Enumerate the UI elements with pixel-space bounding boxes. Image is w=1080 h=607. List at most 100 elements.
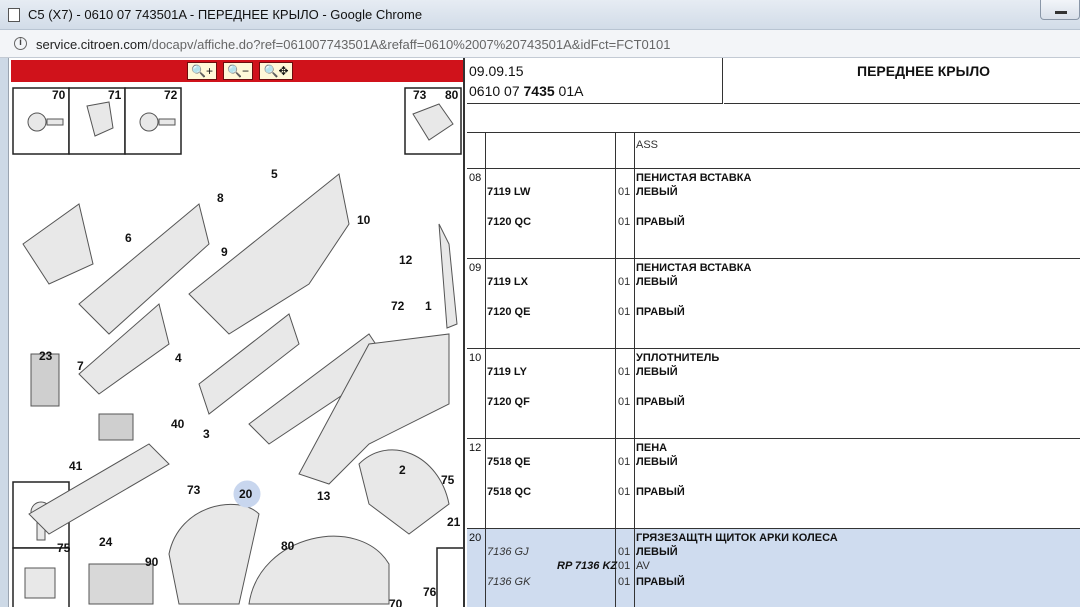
svg-text:90: 90 <box>145 555 159 569</box>
part-40-foam[interactable] <box>98 413 134 441</box>
table-row[interactable]: 10 УПЛОТНИТЕЛЬ 7119 LY 01 ЛЕВЫЙ 7120 QF … <box>467 349 1080 439</box>
svg-text:12: 12 <box>399 253 413 267</box>
part-code[interactable]: 7119 LW <box>487 186 530 198</box>
svg-text:10: 10 <box>357 213 371 227</box>
part-qty: 01 <box>618 456 631 468</box>
row-title: ПЕНА <box>636 442 668 454</box>
part-side: ЛЕВЫЙ <box>636 276 678 288</box>
table-row-highlighted[interactable]: 20 ГРЯЗЕЗАЩТН ЩИТОК АРКИ КОЛЕСА 7136 GJ … <box>467 529 1080 607</box>
svg-text:1: 1 <box>425 299 432 313</box>
browser-window: C5 (X7) - 0610 07 743501A - ПЕРЕДНЕЕ КРЫ… <box>0 0 1080 607</box>
part-side: ПРАВЫЙ <box>636 396 685 408</box>
part-reference: 0610 07 7435 01A <box>469 83 583 99</box>
svg-text:4: 4 <box>175 351 182 365</box>
part-note: AV <box>636 560 650 572</box>
part-code[interactable]: 7120 QE <box>487 306 530 318</box>
ref-suffix: 01A <box>554 83 584 99</box>
part-qty: 01 <box>618 546 631 558</box>
exploded-view-drawing[interactable]: 70 71 72 73 80 5 8 10 6 9 12 72 1 23 7 4 40 3 41 2 75… <box>9 84 465 607</box>
part-code[interactable]: 7120 QC <box>487 216 531 228</box>
svg-text:80: 80 <box>445 88 459 102</box>
clip-76[interactable] <box>24 567 56 599</box>
svg-text:21: 21 <box>447 515 461 529</box>
part-code[interactable]: 7518 QC <box>487 486 531 498</box>
minimize-icon <box>1055 11 1067 14</box>
part-code[interactable]: 7119 LX <box>487 276 528 288</box>
table-header-spacer <box>467 104 1080 133</box>
part-side: ПРАВЫЙ <box>636 216 685 228</box>
svg-text:9: 9 <box>221 245 228 259</box>
part-code[interactable]: 7136 GJ <box>487 546 529 558</box>
url-text[interactable]: service.citroen.com/docapv/affiche.do?re… <box>36 37 670 52</box>
part-side: ЛЕВЫЙ <box>636 456 678 468</box>
row-title: ПЕНИСТАЯ ВСТАВКА <box>636 172 752 184</box>
svg-text:80: 80 <box>281 539 295 553</box>
zoom-pan-icon: 🔍✥ <box>263 64 289 78</box>
header-ref-cell: 09.09.15 0610 07 7435 01A <box>467 58 723 104</box>
svg-text:2: 2 <box>399 463 406 477</box>
part-qty: 01 <box>618 396 631 408</box>
url-path: /docapv/affiche.do?ref=061007743501A&ref… <box>147 37 671 52</box>
info-icon[interactable]: i <box>14 37 27 50</box>
window-title: C5 (X7) - 0610 07 743501A - ПЕРЕДНЕЕ КРЫ… <box>28 7 423 22</box>
part-code[interactable]: 7136 GK <box>487 576 530 588</box>
svg-text:3: 3 <box>203 427 210 441</box>
part-qty: 01 <box>618 216 631 228</box>
row-title: УПЛОТНИТЕЛЬ <box>636 352 720 364</box>
part-22-wheel-arch-liner[interactable] <box>248 535 390 605</box>
part-side: ЛЕВЫЙ <box>636 186 678 198</box>
zoom-pan-button[interactable]: 🔍✥ <box>259 62 293 80</box>
part-5-wing-support[interactable] <box>188 173 350 335</box>
part-code[interactable]: 7120 QF <box>487 396 530 408</box>
minimize-button[interactable] <box>1040 0 1080 20</box>
table-row[interactable]: 08 ПЕНИСТАЯ ВСТАВКА 7119 LW 01 ЛЕВЫЙ 712… <box>467 169 1080 259</box>
row-group: 10 <box>469 352 482 364</box>
svg-text:20: 20 <box>239 487 253 501</box>
svg-text:5: 5 <box>271 167 278 181</box>
svg-text:41: 41 <box>69 459 83 473</box>
svg-text:76: 76 <box>423 585 437 599</box>
table-row[interactable]: 12 ПЕНА 7518 QE 01 ЛЕВЫЙ 7518 QC 01 ПРАВ… <box>467 439 1080 529</box>
part-qty: 01 <box>618 306 631 318</box>
svg-text:72: 72 <box>164 88 178 102</box>
bolt-70[interactable] <box>27 112 47 132</box>
address-bar[interactable]: i service.citroen.com/docapv/affiche.do?… <box>0 30 1080 58</box>
part-qty: 01 <box>618 366 631 378</box>
fastener-box-81[interactable] <box>436 547 465 607</box>
part-side: ПРАВЫЙ <box>636 576 685 588</box>
svg-text:24: 24 <box>99 535 113 549</box>
title-bar: C5 (X7) - 0610 07 743501A - ПЕРЕДНЕЕ КРЫ… <box>0 0 1080 30</box>
svg-text:7: 7 <box>77 359 84 373</box>
catalog-date: 09.09.15 <box>469 63 524 79</box>
table-row[interactable]: 09 ПЕНИСТАЯ ВСТАВКА 7119 LX 01 ЛЕВЫЙ 712… <box>467 259 1080 349</box>
row-group: 08 <box>469 172 482 184</box>
page-content: 🔍+ 🔍− 🔍✥ 70 71 72 73 80 5 8 10 6 9 12 72… <box>8 58 1080 607</box>
part-23-bracket[interactable] <box>22 203 94 285</box>
row-title: ГРЯЗЕЗАЩТН ЩИТОК АРКИ КОЛЕСА <box>636 532 838 544</box>
part-qty: 01 <box>618 276 631 288</box>
part-12-trim[interactable] <box>438 223 458 329</box>
svg-text:70: 70 <box>52 88 66 102</box>
svg-text:13: 13 <box>317 489 331 503</box>
part-6-reinforcement[interactable] <box>78 203 210 335</box>
part-code[interactable]: 7518 QE <box>487 456 530 468</box>
svg-text:23: 23 <box>39 349 53 363</box>
part-90-clips[interactable] <box>88 563 154 605</box>
bolt-72[interactable] <box>139 112 159 132</box>
zoom-in-button[interactable]: 🔍+ <box>187 62 217 80</box>
svg-text:73: 73 <box>187 483 201 497</box>
table-row[interactable]: ASS <box>467 133 1080 169</box>
part-code[interactable]: 7119 LY <box>487 366 527 378</box>
part-qty: 01 <box>618 186 631 198</box>
zoom-out-icon: 🔍− <box>227 64 249 78</box>
svg-text:70: 70 <box>389 597 403 607</box>
zoom-out-button[interactable]: 🔍− <box>223 62 253 80</box>
svg-text:72: 72 <box>391 299 405 313</box>
part-20-wheel-arch-shield[interactable] <box>168 503 260 605</box>
replacement-code[interactable]: RP 7136 KZ <box>557 560 617 572</box>
part-side: ЛЕВЫЙ <box>636 546 678 558</box>
part-side: ЛЕВЫЙ <box>636 366 678 378</box>
part-side: ПРАВЫЙ <box>636 306 685 318</box>
svg-text:73: 73 <box>413 88 427 102</box>
bolt-70-shaft <box>46 118 64 126</box>
